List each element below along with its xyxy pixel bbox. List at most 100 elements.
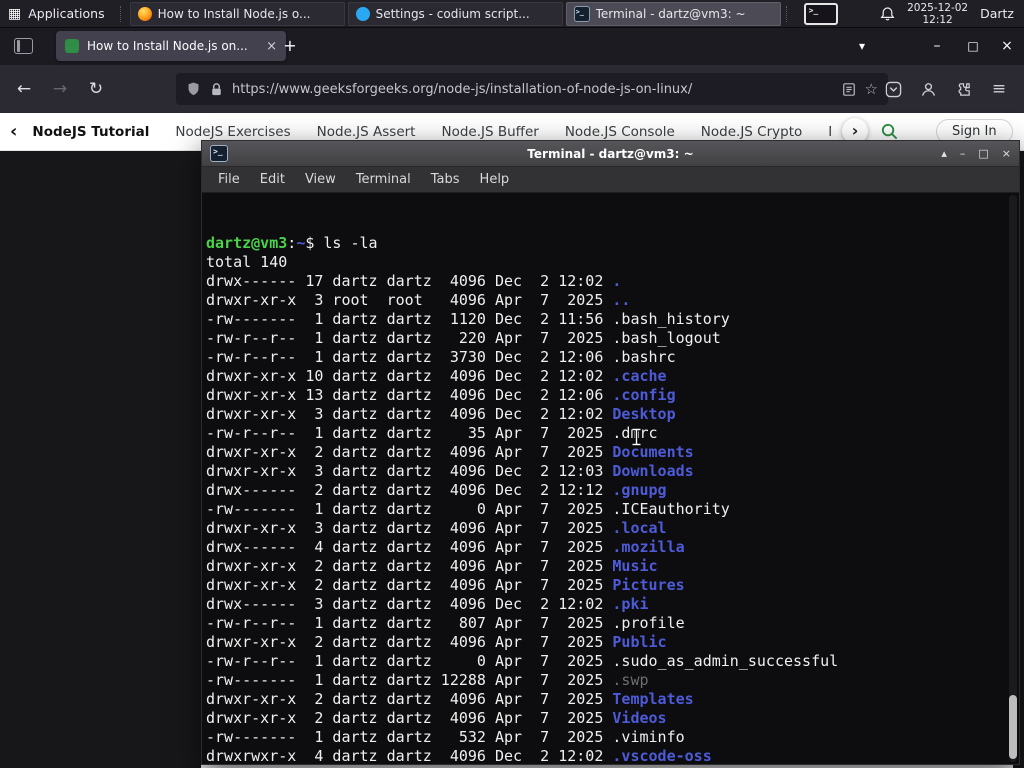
forward-icon[interactable]: →	[46, 77, 74, 101]
top-panel: ▦ Applications How to Install Node.js o.…	[0, 0, 1024, 28]
tab-close-icon[interactable]: ×	[266, 39, 277, 54]
listing-filename: Desktop	[612, 405, 676, 423]
terminal-listing-line: drwxr-xr-x 13 dartz dartz 4096 Dec 2 12:…	[206, 386, 1005, 405]
taskbar-button-label: Terminal - dartz@vm3: ~	[595, 6, 746, 21]
terminal-icon	[573, 5, 590, 22]
pocket-save-icon[interactable]	[879, 77, 907, 101]
listing-meta: -rw-r--r-- 1 dartz dartz 0 Apr 7 2025	[206, 652, 613, 670]
tray-terminal-icon[interactable]	[803, 2, 838, 25]
panel-user-label[interactable]: Dartz	[980, 6, 1014, 21]
taskbar-button-1[interactable]: How to Install Node.js o...	[129, 1, 345, 26]
panel-separator	[119, 5, 125, 22]
listing-filename: ..	[612, 291, 631, 309]
terminal-shade-icon[interactable]: ▴	[941, 141, 947, 166]
applications-label: Applications	[28, 6, 105, 21]
listing-meta: -rw------- 1 dartz dartz 12288 Apr 7 202…	[206, 671, 613, 689]
nav-scroll-left-icon[interactable]: ‹	[10, 121, 17, 142]
desktop: ▦ Applications How to Install Node.js o.…	[0, 0, 1024, 768]
terminal-total-line: total 140	[206, 253, 288, 271]
taskbar-button-3[interactable]: Terminal - dartz@vm3: ~	[565, 1, 781, 26]
listing-meta: drwxr-xr-x 2 dartz dartz 4096 Apr 7 2025	[206, 576, 613, 594]
listing-meta: drwxr-xr-x 3 dartz dartz 4096 Dec 2 12:0…	[206, 462, 613, 480]
listing-meta: drwxr-xr-x 3 root root 4096 Apr 7 2025	[206, 291, 613, 309]
terminal-listing-line: drwxr-xr-x 2 dartz dartz 4096 Apr 7 2025…	[206, 443, 1005, 462]
listing-filename: .viminfo	[612, 728, 685, 746]
terminal-listing-line: drwxr-xr-x 2 dartz dartz 4096 Apr 7 2025…	[206, 709, 1005, 728]
listing-filename: Templates	[612, 690, 694, 708]
terminal-listing-line: -rw-r--r-- 1 dartz dartz 35 Apr 7 2025 .…	[206, 424, 1005, 443]
terminal-listing-line: -rw-r--r-- 1 dartz dartz 807 Apr 7 2025 …	[206, 614, 1005, 633]
terminal-listing-line: drwxr-xr-x 3 dartz dartz 4096 Dec 2 12:0…	[206, 405, 1005, 424]
terminal-minimize-icon[interactable]: –	[960, 141, 966, 166]
url-bar[interactable]: https://www.geeksforgeeks.org/node-js/in…	[176, 73, 888, 105]
terminal-listing-line: drwxr-xr-x 2 dartz dartz 4096 Apr 7 2025…	[206, 576, 1005, 595]
list-all-tabs-icon[interactable]: ▾	[850, 35, 874, 57]
terminal-maximize-icon[interactable]: □	[978, 141, 988, 166]
tracking-shield-icon[interactable]	[186, 81, 201, 97]
gfg-nav-item[interactable]: NodeJS Tutorial	[19, 124, 162, 140]
terminal-listing-line: -rw-r--r-- 1 dartz dartz 0 Apr 7 2025 .s…	[206, 652, 1005, 671]
window-close-icon[interactable]: ×	[995, 35, 1019, 57]
panel-clock[interactable]: 2025-12-02 12:12	[907, 2, 968, 26]
firefox-view-icon[interactable]	[14, 38, 33, 54]
listing-filename: Downloads	[612, 462, 694, 480]
reload-icon[interactable]: ↻	[82, 77, 110, 101]
listing-meta: drwxr-xr-x 3 dartz dartz 4096 Apr 7 2025	[206, 519, 613, 537]
terminal-menu-view[interactable]: View	[295, 172, 346, 187]
listing-meta: drwx------ 3 dartz dartz 4096 Dec 2 12:0…	[206, 595, 613, 613]
account-icon[interactable]	[914, 77, 942, 101]
terminal-scrollbar-track[interactable]	[1009, 195, 1017, 762]
window-maximize-icon[interactable]: □	[961, 35, 985, 57]
terminal-scrollbar-thumb[interactable]	[1009, 695, 1017, 759]
gfg-nav-items: NodeJS Tutorial NodeJS Exercises Node.JS A…	[19, 124, 831, 140]
taskbar-button-label: Settings - codium script...	[375, 6, 530, 21]
back-icon[interactable]: ←	[10, 77, 38, 101]
terminal-listing-line: drwx------ 3 dartz dartz 4096 Dec 2 12:0…	[206, 595, 1005, 614]
gfg-nav-item[interactable]: Node.JS Buffer	[428, 124, 551, 140]
terminal-listing-line: drwxr-xr-x 2 dartz dartz 4096 Apr 7 2025…	[206, 557, 1005, 576]
terminal-listing-line: -rw------- 1 dartz dartz 12288 Apr 7 202…	[206, 671, 1005, 690]
listing-meta: -rw-r--r-- 1 dartz dartz 35 Apr 7 2025	[206, 424, 613, 442]
terminal-titlebar[interactable]: Terminal - dartz@vm3: ~ ▴ – □ ×	[202, 141, 1019, 167]
listing-meta: drwxr-xr-x 2 dartz dartz 4096 Apr 7 2025	[206, 443, 613, 461]
applications-grid-icon: ▦	[8, 5, 22, 22]
reader-mode-icon[interactable]	[842, 82, 856, 97]
terminal-body[interactable]: dartz@vm3:~$ ls -la total 140 drwx------ 1…	[202, 193, 1019, 764]
bookmark-star-icon[interactable]: ☆	[865, 80, 878, 98]
terminal-listing-line: drwx------ 4 dartz dartz 4096 Apr 7 2025…	[206, 538, 1005, 557]
gfg-nav-item[interactable]: Node.JS Crypto	[688, 124, 815, 140]
browser-toolbar: ← → ↻ https://www.geeksforgeeks.org/node…	[0, 65, 1024, 113]
listing-filename: Documents	[612, 443, 694, 461]
terminal-menu-edit[interactable]: Edit	[250, 172, 295, 187]
gfg-nav-item[interactable]: Node.JS Console	[552, 124, 688, 140]
notification-bell-icon[interactable]	[880, 6, 895, 22]
taskbar: How to Install Node.js o... Settings - co…	[129, 0, 781, 27]
codium-icon	[355, 6, 370, 21]
terminal-menu-file[interactable]: File	[208, 172, 250, 187]
new-tab-button[interactable]: +	[278, 35, 302, 57]
terminal-menu-tabs[interactable]: Tabs	[421, 172, 470, 187]
terminal-listing-line: drwxr-xr-x 3 dartz dartz 4096 Apr 7 2025…	[206, 519, 1005, 538]
terminal-menu-terminal[interactable]: Terminal	[346, 172, 421, 187]
terminal-menu-help[interactable]: Help	[470, 172, 520, 187]
taskbar-button-label: How to Install Node.js o...	[157, 6, 311, 21]
lock-icon[interactable]	[210, 82, 223, 97]
terminal-menubar: File Edit View Terminal Tabs Help	[202, 167, 1019, 193]
taskbar-button-2[interactable]: Settings - codium script...	[347, 1, 563, 26]
terminal-listing-line: -rw------- 1 dartz dartz 0 Apr 7 2025 .I…	[206, 500, 1005, 519]
menu-hamburger-icon[interactable]: ≡	[985, 77, 1013, 101]
browser-tab[interactable]: How to Install Node.js on... ×	[56, 31, 286, 61]
terminal-listing-line: drwxr-xr-x 2 dartz dartz 4096 Apr 7 2025…	[206, 690, 1005, 709]
gfg-nav-item[interactable]: Node.JS DNS	[815, 124, 831, 140]
url-text[interactable]: https://www.geeksforgeeks.org/node-js/in…	[232, 82, 833, 97]
window-minimize-icon[interactable]: –	[925, 35, 949, 57]
terminal-close-icon[interactable]: ×	[1002, 141, 1011, 166]
applications-menu-button[interactable]: ▦ Applications	[0, 0, 115, 27]
terminal-listing-line: -rw-r--r-- 1 dartz dartz 3730 Dec 2 12:0…	[206, 348, 1005, 367]
listing-filename: Public	[612, 633, 667, 651]
gfg-nav-item[interactable]: NodeJS Exercises	[162, 124, 303, 140]
gfg-nav-item[interactable]: Node.JS Assert	[304, 124, 429, 140]
listing-meta: drwxr-xr-x 3 dartz dartz 4096 Dec 2 12:0…	[206, 405, 613, 423]
terminal-listing-line: drwxr-xr-x 2 dartz dartz 4096 Apr 7 2025…	[206, 633, 1005, 652]
extensions-puzzle-icon[interactable]	[949, 77, 977, 101]
